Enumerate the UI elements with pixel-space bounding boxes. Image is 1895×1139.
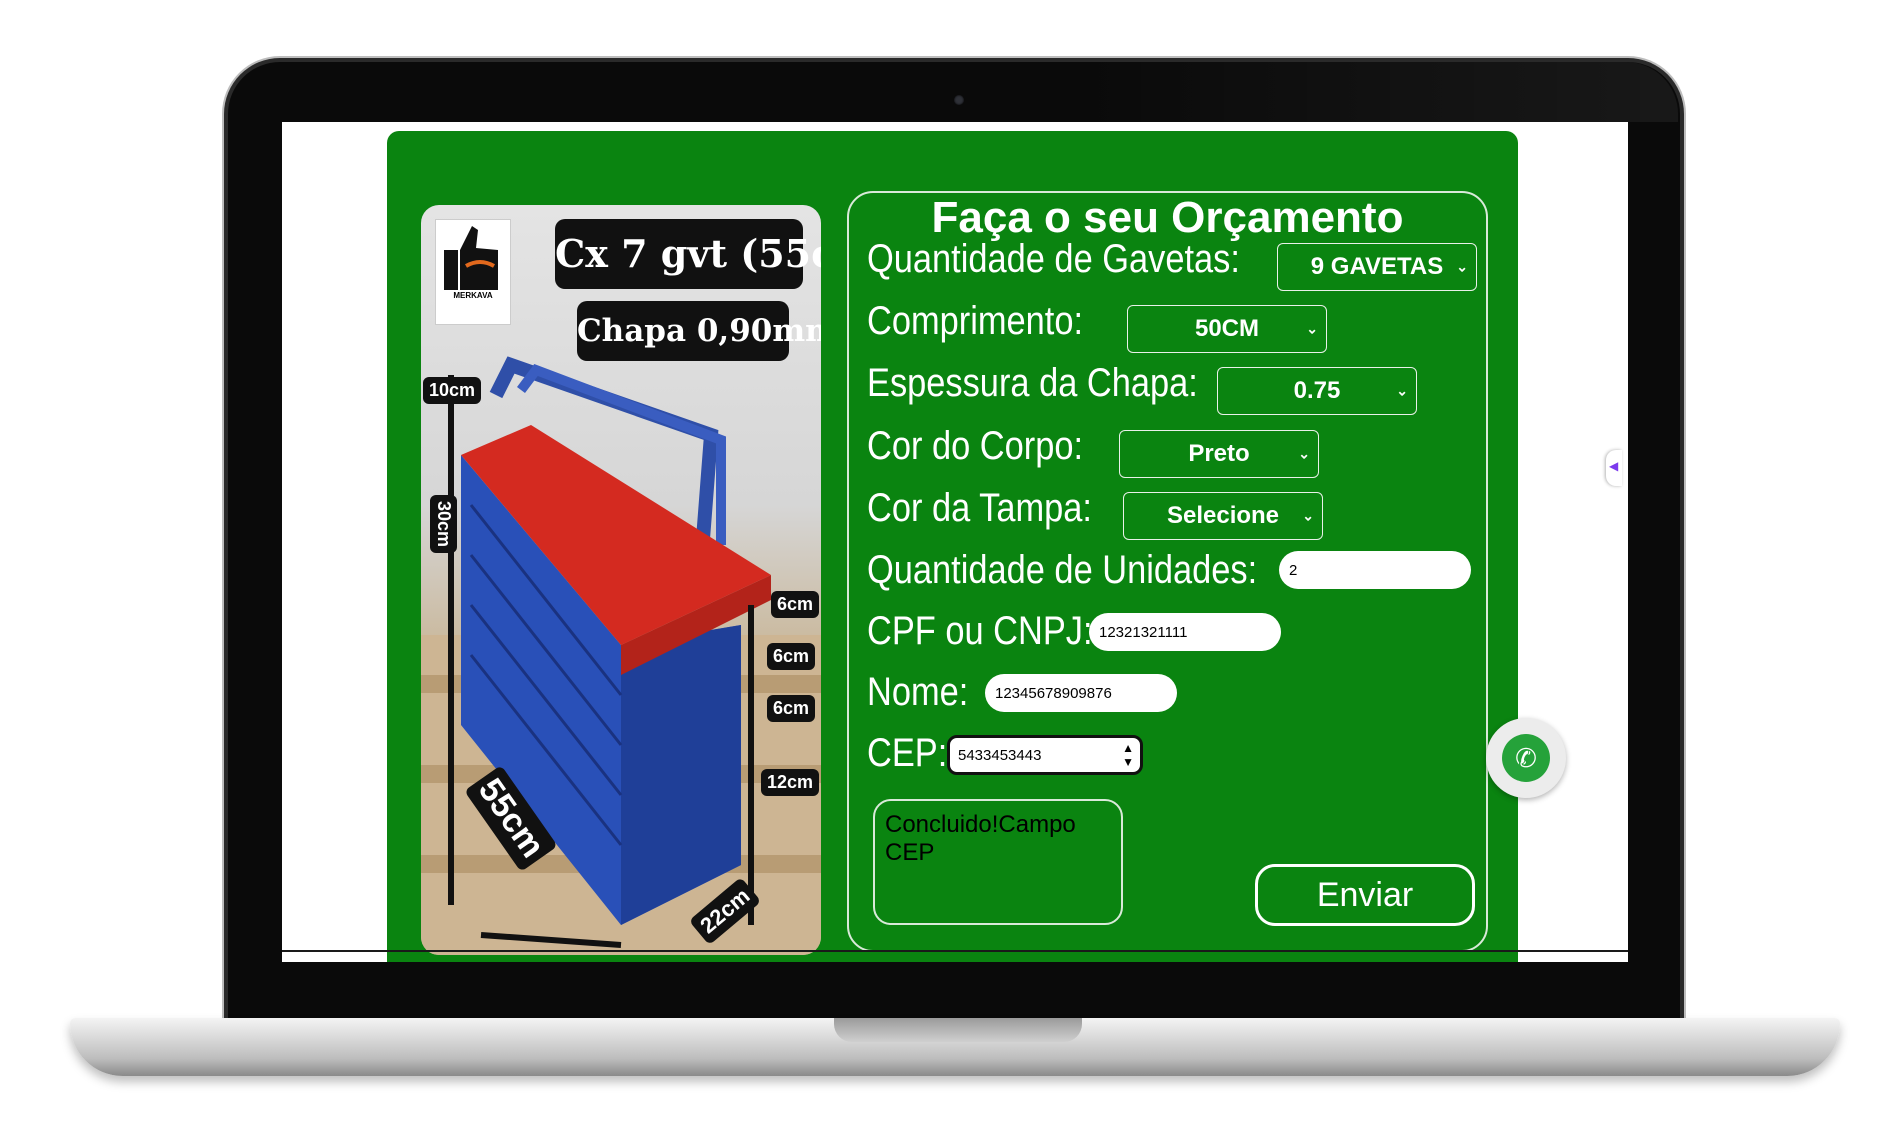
drawers-label: Quantidade de Gavetas: [867, 237, 1240, 281]
cep-label: CEP: [867, 731, 948, 775]
cep-input-value: 5433453443 [958, 746, 1042, 764]
quote-panel: MERKAVA Cx 7 gvt (55cm) Chapa 0,90mm 10c… [387, 131, 1518, 962]
cpf-input[interactable]: 12321321111 [1089, 613, 1281, 651]
chevron-down-icon: ⌄ [1396, 382, 1408, 399]
chevron-down-icon: ⌄ [1306, 320, 1318, 337]
status-message: Concluido!Campo CEP [873, 799, 1123, 925]
name-label: Nome: [867, 670, 969, 714]
lid-color-label: Cor da Tampa: [867, 486, 1092, 530]
arrow-left-icon: ◀ [1609, 459, 1619, 473]
body-color-label: Cor do Corpo: [867, 424, 1084, 468]
page-divider [282, 950, 1628, 952]
thickness-label: Espessura da Chapa: [867, 361, 1198, 405]
dimension-label: 6cm [767, 643, 816, 670]
whatsapp-button[interactable]: ✆ [1486, 718, 1566, 798]
units-input[interactable]: 2 [1279, 551, 1471, 589]
chevron-down-icon: ⌄ [1298, 445, 1310, 462]
lid-glare [1078, 62, 1678, 122]
lid-color-select-value: Selecione [1166, 502, 1280, 529]
quote-form: Faça o seu Orçamento Quantidade de Gavet… [847, 191, 1488, 952]
length-select-value: 50CM [1194, 315, 1260, 342]
units-label: Quantidade de Unidades: [867, 548, 1258, 592]
body-color-select-value: Preto [1188, 440, 1250, 467]
brand-logo: MERKAVA [435, 219, 511, 325]
thumbs-up-logo [444, 226, 498, 290]
dimension-label: 6cm [767, 695, 816, 722]
name-input[interactable]: 12345678909876 [985, 674, 1177, 712]
lid-color-select[interactable]: Selecione ⌄ [1123, 492, 1323, 540]
form-title: Faça o seu Orçamento [931, 193, 1404, 242]
thickness-select[interactable]: 0.75 ⌄ [1217, 367, 1417, 415]
product-sheet-badge: Chapa 0,90mm [577, 301, 821, 361]
dimension-label: 6cm [771, 591, 820, 618]
camera-icon [954, 95, 964, 105]
submit-button[interactable]: Enviar [1255, 864, 1475, 926]
drawers-select-value: 9 GAVETAS [1310, 253, 1444, 280]
body-color-select[interactable]: Preto ⌄ [1119, 430, 1319, 478]
drawers-select[interactable]: 9 GAVETAS ⌄ [1277, 243, 1477, 291]
whatsapp-icon: ✆ [1502, 734, 1550, 782]
length-label: Comprimento: [867, 299, 1084, 343]
dimension-label: 30cm [430, 495, 457, 554]
laptop-notch [834, 1018, 1082, 1042]
product-image: MERKAVA Cx 7 gvt (55cm) Chapa 0,90mm 10c… [421, 205, 821, 955]
length-select[interactable]: 50CM ⌄ [1127, 305, 1327, 353]
stepper-icon[interactable]: ▲ ▼ [1122, 741, 1134, 769]
cpf-label: CPF ou CNPJ: [867, 609, 1093, 653]
logo-text: MERKAVA [453, 291, 493, 300]
chevron-down-icon: ⌄ [1456, 258, 1468, 275]
side-tab[interactable]: ◀ [1606, 450, 1622, 486]
cep-input[interactable]: 5433453443 ▲ ▼ [947, 735, 1143, 775]
thickness-select-value: 0.75 [1293, 377, 1341, 404]
chevron-down-icon: ⌄ [1302, 507, 1314, 524]
screen: MERKAVA Cx 7 gvt (55cm) Chapa 0,90mm 10c… [282, 122, 1628, 962]
dimension-label: 12cm [761, 769, 820, 796]
dimension-label: 10cm [423, 377, 482, 404]
product-model-badge: Cx 7 gvt (55cm) [555, 219, 821, 289]
